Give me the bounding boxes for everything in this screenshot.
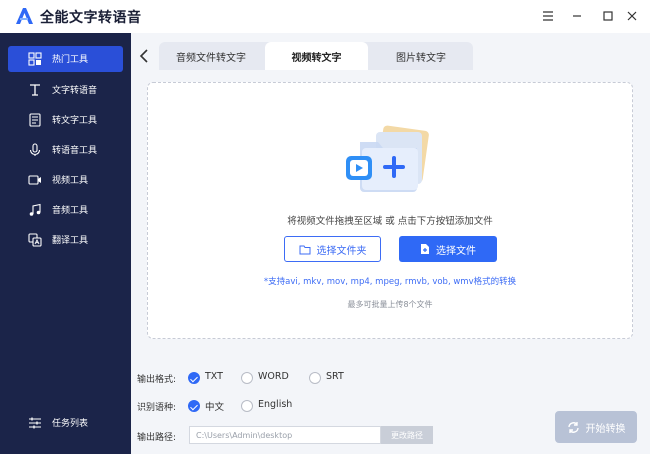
supported-formats-text: *支持avi, mkv, mov, mp4, mpeg, rmvb, vob, …	[263, 277, 517, 287]
select-folder-label: 选择文件夹	[316, 245, 367, 257]
format-txt-radio[interactable]	[188, 372, 200, 384]
title-bar: 全能文字转语音	[0, 0, 650, 33]
sidebar-item-label: 转语音工具	[52, 146, 98, 156]
to-speech-icon	[29, 143, 41, 156]
format-txt-label[interactable]: TXT	[205, 371, 223, 382]
video-tools-icon	[28, 175, 41, 185]
start-convert-label: 开始转换	[585, 423, 626, 435]
format-word-radio[interactable]	[241, 372, 253, 384]
sidebar-item-to-text[interactable]: 转文字工具	[8, 107, 123, 133]
add-file-icon	[421, 244, 429, 254]
format-srt-label[interactable]: SRT	[326, 371, 344, 382]
output-path-label: 输出路径:	[137, 433, 177, 443]
close-icon[interactable]	[624, 8, 640, 24]
format-word-label[interactable]: WORD	[258, 371, 289, 382]
change-path-button[interactable]: 更改路径	[381, 426, 433, 444]
menu-icon[interactable]	[540, 8, 556, 24]
language-english-radio[interactable]	[241, 400, 253, 412]
tab-audio-to-text[interactable]: 音频文件转文字	[160, 42, 262, 70]
sidebar-item-hot-tools[interactable]: 热门工具	[8, 46, 123, 72]
app-logo-icon	[16, 8, 33, 24]
format-srt-radio[interactable]	[309, 372, 321, 384]
task-list-label: 任务列表	[52, 419, 89, 429]
minimize-icon[interactable]	[569, 8, 585, 24]
text-to-speech-icon	[30, 84, 40, 96]
back-arrow-icon[interactable]	[137, 47, 151, 65]
start-convert-button[interactable]: 开始转换	[555, 411, 637, 443]
sidebar-item-label: 音频工具	[52, 206, 89, 216]
sidebar-item-to-speech[interactable]: 转语音工具	[8, 137, 123, 163]
sidebar-item-label: 热门工具	[52, 55, 89, 65]
output-format-label: 输出格式:	[137, 375, 177, 385]
audio-tools-icon	[29, 203, 41, 216]
tab-video-to-text[interactable]: 视频转文字	[265, 42, 368, 70]
sidebar-item-text-to-speech[interactable]: 文字转语音	[8, 77, 123, 103]
to-text-icon	[29, 113, 41, 127]
select-file-label: 选择文件	[436, 245, 476, 257]
sidebar-item-label: 文字转语音	[52, 86, 98, 96]
sidebar-item-audio-tools[interactable]: 音频工具	[8, 197, 123, 223]
sidebar-item-label: 翻译工具	[52, 236, 89, 246]
convert-icon	[567, 421, 579, 433]
video-folder-illustration-icon	[346, 125, 429, 192]
drop-hint-text: 将视频文件拖拽至区域 或 点击下方按钮添加文件	[287, 216, 493, 227]
sidebar-item-label: 视频工具	[52, 176, 89, 186]
language-english-label[interactable]: English	[258, 399, 292, 410]
language-chinese-radio[interactable]	[188, 400, 200, 412]
maximize-icon[interactable]	[600, 8, 616, 24]
task-list-icon	[29, 417, 41, 429]
output-path-field[interactable]	[189, 426, 381, 444]
language-chinese-label[interactable]: 中文	[205, 399, 224, 413]
select-file-button[interactable]: 选择文件	[399, 236, 497, 262]
sidebar-item-label: 转文字工具	[52, 116, 98, 126]
task-list-button[interactable]: 任务列表	[8, 410, 123, 436]
hot-tools-icon	[28, 52, 42, 66]
translate-tools-icon	[28, 233, 42, 247]
max-files-text: 最多可批量上传8个文件	[347, 300, 433, 309]
sidebar-item-video-tools[interactable]: 视频工具	[8, 167, 123, 193]
select-folder-button[interactable]: 选择文件夹	[284, 236, 381, 262]
sidebar-item-translate-tools[interactable]: 翻译工具	[8, 227, 123, 253]
language-label: 识别语种:	[137, 403, 177, 413]
tab-image-to-text[interactable]: 图片转文字	[370, 42, 472, 70]
folder-icon	[299, 245, 310, 254]
app-title: 全能文字转语音	[40, 10, 142, 26]
